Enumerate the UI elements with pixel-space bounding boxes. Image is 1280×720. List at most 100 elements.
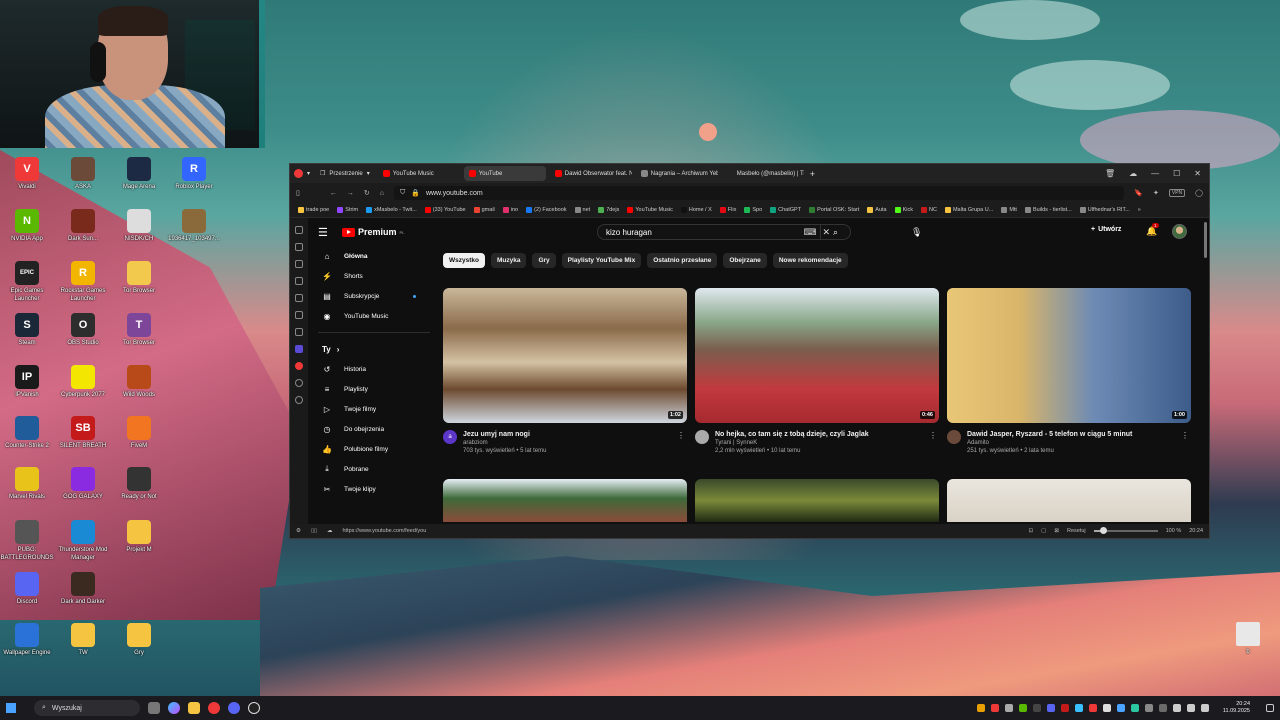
bookmark-item[interactable]: (2) Facebook <box>526 207 567 213</box>
sidebar-item[interactable]: ⌂ Główna <box>322 246 436 266</box>
vpn-icon[interactable]: VPN <box>1168 189 1186 197</box>
more-options-icon[interactable]: ⋮ <box>1181 431 1189 440</box>
video-card[interactable]: 0:46 No hejka, co tam się z tobą dzieje, … <box>695 288 939 455</box>
bookmark-item[interactable]: Ulfhednar's RIT... <box>1079 207 1130 213</box>
create-button[interactable]: + Utwórz <box>1091 226 1121 233</box>
notes-panel-icon[interactable] <box>295 277 303 285</box>
tray-app-icon[interactable] <box>1004 704 1013 712</box>
settings-panel-icon[interactable] <box>295 379 303 387</box>
video-thumbnail[interactable] <box>695 479 939 522</box>
bookmark-item[interactable]: Malta Grupa U... <box>944 207 993 213</box>
sidebar-item[interactable]: ⤓ Pobrane <box>322 459 436 479</box>
page-scrollbar[interactable] <box>1204 222 1207 258</box>
browser-tab[interactable]: YouTube Music <box>378 166 460 181</box>
keyboard-icon[interactable]: ⌨ <box>803 227 816 238</box>
filter-chip[interactable]: Gry <box>532 253 556 268</box>
video-card[interactable] <box>947 479 1191 522</box>
taskbar-clock[interactable]: 20:24 11.09.2025 <box>1223 701 1250 715</box>
cloud-sync-icon[interactable]: ☁ <box>327 528 333 534</box>
desktop-icon[interactable]: Projekt M <box>110 520 168 555</box>
extensions-icon[interactable]: ✦ <box>1153 189 1159 197</box>
settings-icon[interactable]: ⚙ <box>296 528 301 534</box>
desktop-icon[interactable]: EPIC Epic Games Launcher <box>0 261 56 303</box>
video-thumbnail[interactable]: 1:00 <box>947 288 1191 423</box>
panel-toggle-icon[interactable]: ▯ <box>296 189 300 197</box>
copilot-icon[interactable] <box>168 702 180 714</box>
video-card[interactable] <box>695 479 939 522</box>
bookmark-item[interactable]: ino <box>502 207 518 213</box>
bookmark-item[interactable]: Auta <box>867 207 887 213</box>
filter-chip[interactable]: Obejrzane <box>723 253 767 268</box>
desktop-icon[interactable]: Discord <box>0 572 56 607</box>
desktop-icon[interactable]: Marvel Rivals <box>0 467 56 502</box>
bookmark-item[interactable]: 7dejs <box>598 207 619 213</box>
desktop-icon[interactable]: Cyberpunk 2077 <box>54 365 112 400</box>
discord-taskbar-icon[interactable] <box>228 702 240 714</box>
bookmark-item[interactable]: Portal OSK: Start <box>809 207 859 213</box>
youtube-logo[interactable]: Premium PL <box>342 227 404 237</box>
reading-panel-icon[interactable] <box>295 311 303 319</box>
sidebar-item[interactable]: ▤ Subskrypcje <box>322 286 436 306</box>
bookmark-item[interactable]: gmail <box>473 207 495 213</box>
battery-icon[interactable] <box>1200 704 1209 712</box>
desktop-icon[interactable]: Tor Browser <box>110 261 168 296</box>
channel-name[interactable]: arabziom <box>463 439 546 447</box>
windows-start-icon[interactable] <box>6 703 16 713</box>
screenshot-icon[interactable]: ⊡ <box>1029 528 1034 534</box>
desktop-icon[interactable]: SB SILENT BREATH <box>54 416 112 451</box>
desktop-icon[interactable]: O OBS Studio <box>54 313 112 348</box>
bookmark-item[interactable]: ChatGPT <box>770 207 801 213</box>
bookmark-item[interactable]: net <box>574 207 590 213</box>
microphone-icon[interactable]: 🎙 <box>911 227 922 238</box>
more-options-icon[interactable]: ⋮ <box>929 431 937 440</box>
desktop-icon[interactable]: V Vivaldi <box>0 157 56 192</box>
tray-app-icon[interactable] <box>976 704 985 712</box>
search-input[interactable]: kizo huragan ⌨ ✕ ⌕ <box>597 224 851 240</box>
workspaces-button[interactable]: ▾ ❐ Przestrzenie ▾ <box>290 169 378 178</box>
desktop-icon[interactable]: S Steam <box>0 313 56 348</box>
bookmark-item[interactable]: Strim <box>337 207 358 213</box>
sidebar-item[interactable]: ⚡ Shorts <box>322 266 436 286</box>
channel-name[interactable]: Tyrani | SynneK <box>715 439 869 447</box>
cloud-icon[interactable]: ☁ <box>1129 169 1137 178</box>
sidebar-item[interactable]: ≡ Playlisty <box>322 379 436 399</box>
filter-chip[interactable]: Ostatnio przesłane <box>647 253 718 268</box>
filter-chip[interactable]: Muzyka <box>490 253 527 268</box>
bookmark-item[interactable]: YouTube Music <box>627 207 673 213</box>
bookmark-item[interactable]: Spo <box>744 207 762 213</box>
bookmark-item[interactable]: (33) YouTube <box>424 207 466 213</box>
video-title[interactable]: No hejka, co tam się z tobą dzieje, czyl… <box>715 430 869 439</box>
maximize-button[interactable]: ☐ <box>1173 169 1180 178</box>
bookmarks-panel-icon[interactable] <box>295 226 303 234</box>
desktop-icon[interactable]: Mage Arena <box>110 157 168 192</box>
profile-icon[interactable]: ◯ <box>1195 189 1203 197</box>
bookmark-item[interactable]: Home / X <box>680 207 712 213</box>
bookmark-icon[interactable]: 🔖 <box>1134 189 1143 197</box>
notifications-button[interactable]: 🔔 1 <box>1146 223 1159 237</box>
vivaldi-panel-icon[interactable] <box>295 362 303 370</box>
filter-chip[interactable]: Wszystko <box>443 253 485 268</box>
desktop-icon[interactable]: R Roblox Player <box>165 157 223 192</box>
desktop-icon[interactable]: T Tor Browser <box>110 313 168 348</box>
channel-avatar[interactable] <box>947 430 961 444</box>
desktop-icon[interactable]: GOG GALAXY <box>54 467 112 502</box>
downloads-panel-icon[interactable] <box>295 243 303 251</box>
desktop-icon[interactable]: 1936417_103497... <box>165 209 223 244</box>
sidebar-you-header[interactable]: Ty › <box>322 339 436 359</box>
forward-button[interactable]: → <box>347 190 354 197</box>
desktop-icon[interactable]: Gry <box>110 623 168 658</box>
tray-app-icon[interactable] <box>1088 704 1097 712</box>
translate-panel-icon[interactable] <box>295 328 303 336</box>
reset-zoom-button[interactable]: Resetuj <box>1067 528 1086 534</box>
filter-chip[interactable]: Playlisty YouTube Mix <box>561 253 642 268</box>
desktop-icon[interactable]: Dark Sun... <box>54 209 112 244</box>
desktop-icon[interactable]: TW <box>54 623 112 658</box>
desktop-icon[interactable]: ASKA <box>54 157 112 192</box>
tray-app-icon[interactable] <box>1074 704 1083 712</box>
desktop-icon[interactable]: NISDK/CH <box>110 209 168 244</box>
video-thumbnail[interactable]: 1:02 <box>443 288 687 423</box>
desktop-icon[interactable]: FiveM <box>110 416 168 451</box>
sidebar-item[interactable]: ▷ Twoje filmy <box>322 399 436 419</box>
trash-icon[interactable]: 🗑 <box>1105 169 1115 178</box>
sidebar-item[interactable]: ◷ Do obejrzenia <box>322 419 436 439</box>
